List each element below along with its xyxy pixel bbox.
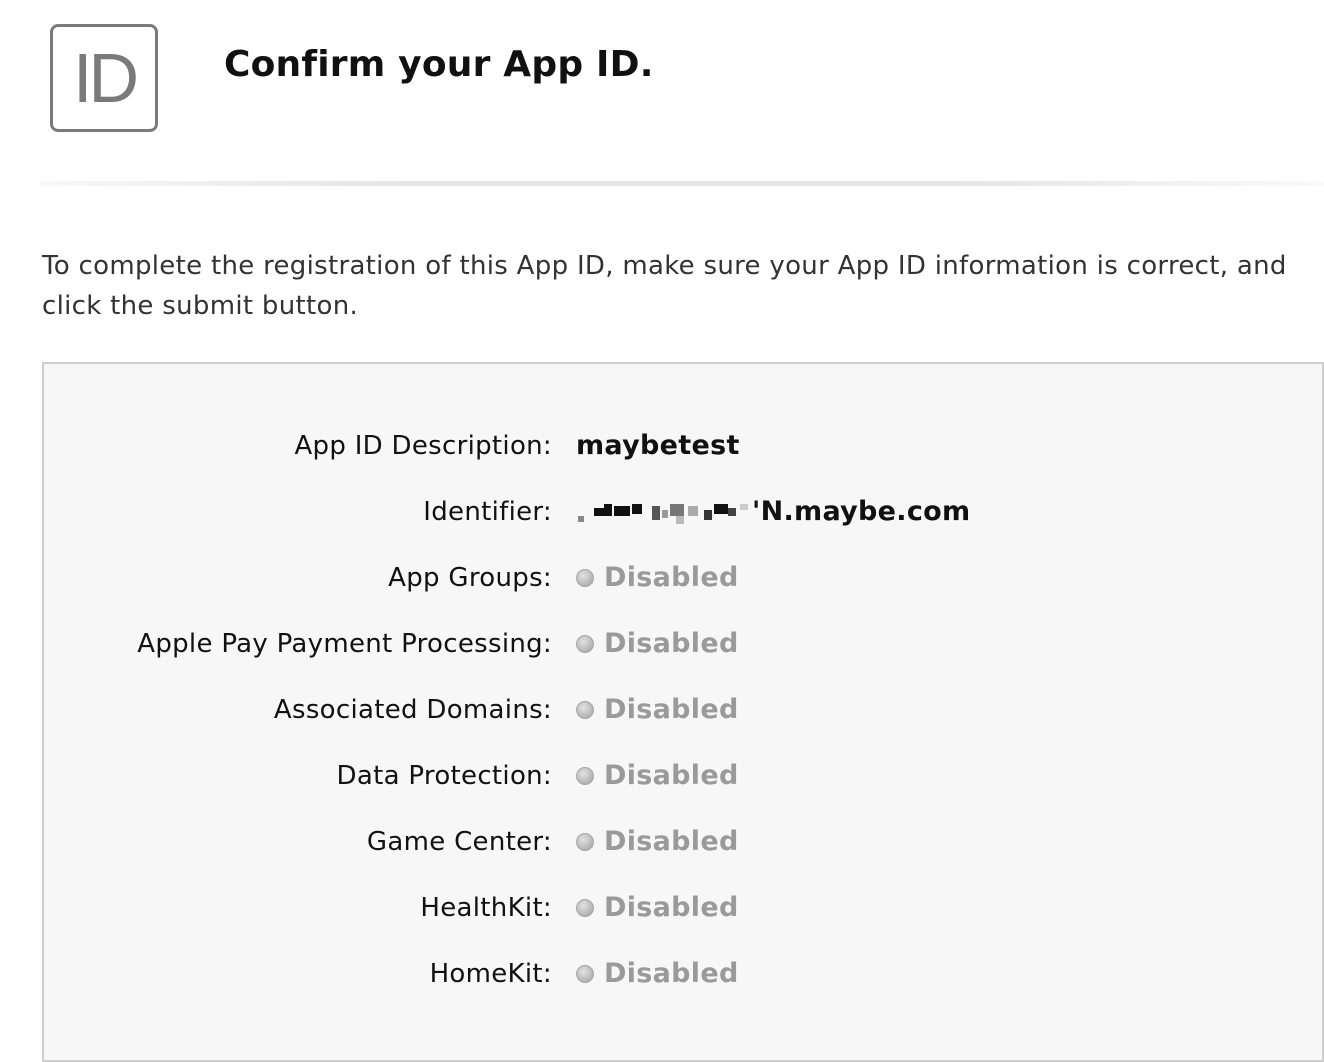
status-dot-icon — [576, 635, 594, 653]
status-text: Disabled — [604, 958, 739, 989]
description-row: App ID Description: maybetest — [44, 426, 1322, 466]
status-text: Disabled — [604, 760, 739, 791]
capability-row: App Groups: Disabled — [44, 558, 1322, 598]
capability-label: Game Center: — [366, 827, 552, 857]
status-dot-icon — [576, 899, 594, 917]
capability-status: Disabled — [576, 690, 739, 730]
capability-row: HomeKit: Disabled — [44, 954, 1322, 994]
status-dot-icon — [576, 833, 594, 851]
capability-label: App Groups: — [388, 563, 552, 593]
capability-status: Disabled — [576, 954, 739, 994]
redacted-block — [576, 502, 752, 528]
capability-label: HealthKit: — [420, 893, 552, 923]
intro-text: To complete the registration of this App… — [42, 251, 1287, 321]
identifier-row: Identifier: 'N.maybe.com — [44, 492, 1322, 532]
header-divider — [40, 181, 1324, 186]
status-text: Disabled — [604, 562, 739, 593]
page-header: ID Confirm your App ID. — [0, 0, 1324, 190]
identifier-suffix: 'N.maybe.com — [752, 496, 971, 527]
capability-status: Disabled — [576, 888, 739, 928]
status-text: Disabled — [604, 694, 739, 725]
status-dot-icon — [576, 965, 594, 983]
capability-row: HealthKit: Disabled — [44, 888, 1322, 928]
capability-row: Associated Domains: Disabled — [44, 690, 1322, 730]
capability-status: Disabled — [576, 756, 739, 796]
capability-row: Apple Pay Payment Processing: Disabled — [44, 624, 1322, 664]
app-id-icon: ID — [50, 24, 158, 132]
capability-row: Data Protection: Disabled — [44, 756, 1322, 796]
identifier-value: 'N.maybe.com — [576, 492, 970, 532]
capability-label: Apple Pay Payment Processing: — [137, 629, 552, 659]
app-id-details-panel: App ID Description: maybetest Identifier… — [42, 362, 1324, 1062]
status-text: Disabled — [604, 628, 739, 659]
status-text: Disabled — [604, 892, 739, 923]
status-dot-icon — [576, 569, 594, 587]
capability-status: Disabled — [576, 822, 739, 862]
capability-status: Disabled — [576, 624, 739, 664]
description-value: maybetest — [576, 430, 740, 461]
capability-status: Disabled — [576, 558, 739, 598]
status-dot-icon — [576, 767, 594, 785]
capability-row: Game Center: Disabled — [44, 822, 1322, 862]
capability-label: HomeKit: — [429, 959, 552, 989]
status-text: Disabled — [604, 826, 739, 857]
capability-label: Data Protection: — [336, 761, 552, 791]
page-title: Confirm your App ID. — [224, 44, 654, 85]
capability-label: Associated Domains: — [273, 695, 552, 725]
status-dot-icon — [576, 701, 594, 719]
identifier-label: Identifier: — [423, 497, 552, 527]
description-label: App ID Description: — [294, 431, 552, 461]
